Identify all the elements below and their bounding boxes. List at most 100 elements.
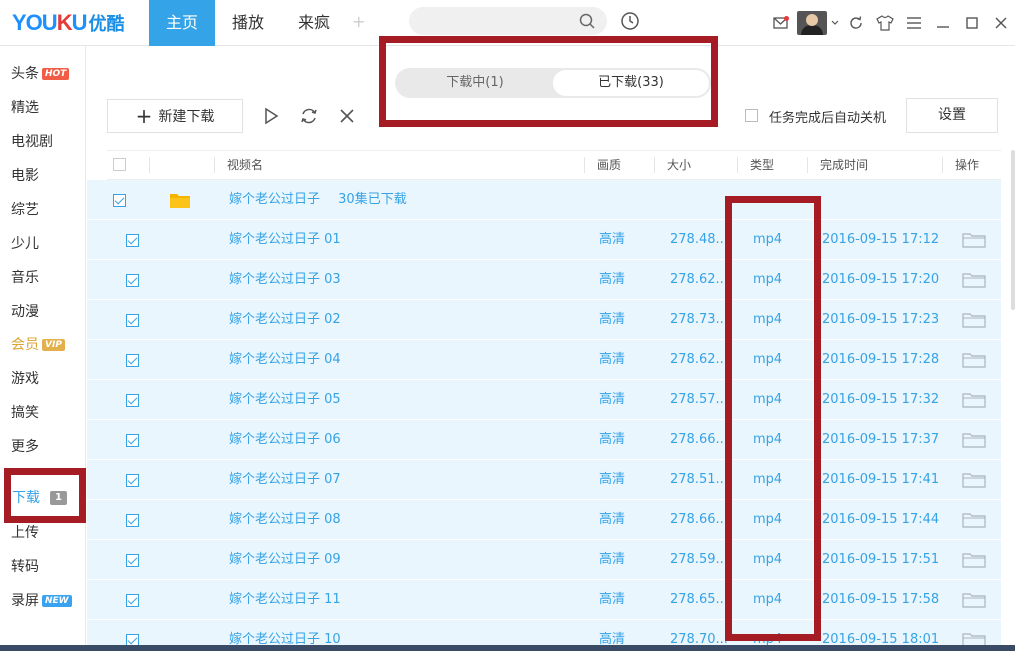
sidebar-item-featured[interactable]: 精选 [11,96,39,120]
open-folder-icon[interactable] [962,433,986,448]
new-download-button[interactable]: + 新建下载 [107,99,243,133]
folder-icon [170,194,190,208]
video-name: 嫁个老公过日子 02 [229,312,341,327]
column-divider [807,157,808,173]
column-header-type[interactable]: 类型 [750,151,774,179]
sidebar-item-movies[interactable]: 电影 [11,164,39,188]
settings-button[interactable]: 设置 [906,98,998,133]
sidebar-item-transcode[interactable]: 转码 [11,555,39,579]
sidebar-item-label: 会员 [11,337,39,353]
group-title-text: 嫁个老公过日子 [229,192,321,207]
minimize-button[interactable] [928,0,957,46]
finish-time: 2016-09-15 17:51 [822,552,940,567]
finish-time: 2016-09-15 17:44 [822,512,940,527]
sidebar-item-upload[interactable]: 上传 [11,521,39,545]
table-row[interactable]: 嫁个老公过日子 05 高清 278.57... mp4 2016-09-15 17:32 [87,380,1001,420]
row-checkbox[interactable] [126,514,139,527]
skin-button[interactable] [870,0,899,46]
table-row[interactable]: 嫁个老公过日子 08 高清 278.66... mp4 2016-09-15 17:44 [87,500,1001,540]
auto-shutdown-checkbox[interactable] [745,109,758,122]
row-checkbox[interactable] [126,434,139,447]
sidebar-item-variety[interactable]: 综艺 [11,198,39,222]
open-folder-icon[interactable] [962,233,986,248]
open-folder-icon[interactable] [962,313,986,328]
tab-laifeng[interactable]: 来疯 [281,0,347,46]
sidebar-item-kids[interactable]: 少儿 [11,232,39,256]
row-checkbox[interactable] [126,314,139,327]
video-size: 278.66... [670,512,728,527]
chevron-down-icon [831,20,839,25]
video-quality: 高清 [599,232,626,247]
table-row[interactable]: 嫁个老公过日子 11 高清 278.65... mp4 2016-09-15 17:58 [87,580,1001,620]
search-input[interactable] [409,7,607,35]
open-folder-icon[interactable] [962,473,986,488]
video-quality: 高清 [599,552,626,567]
user-menu[interactable] [795,0,841,46]
youku-logo[interactable]: YOUKU 优酷 [12,10,124,36]
finish-time: 2016-09-15 17:23 [822,312,940,327]
avatar[interactable] [797,11,827,35]
tab-play[interactable]: 播放 [215,0,281,46]
row-checkbox[interactable] [126,474,139,487]
maximize-button[interactable] [957,0,986,46]
open-folder-icon[interactable] [962,273,986,288]
column-divider [149,157,150,173]
row-checkbox[interactable] [126,394,139,407]
sidebar-item-funny[interactable]: 搞笑 [11,401,39,425]
sidebar-item-screen-record[interactable]: 录屏 NEW [11,589,72,613]
table-row[interactable]: 嫁个老公过日子 04 高清 278.62... mp4 2016-09-15 17:28 [87,340,1001,380]
open-folder-icon[interactable] [962,513,986,528]
finish-time: 2016-09-15 17:41 [822,472,940,487]
table-row[interactable]: 嫁个老公过日子 02 高清 278.73... mp4 2016-09-15 17:23 [87,300,1001,340]
column-header-quality[interactable]: 画质 [597,151,621,179]
table-row[interactable]: 嫁个老公过日子 06 高清 278.66... mp4 2016-09-15 17:37 [87,420,1001,460]
mail-icon [772,16,789,29]
row-checkbox[interactable] [126,594,139,607]
group-row[interactable]: 嫁个老公过日子 30集已下载 [87,180,1001,220]
sidebar-item-music[interactable]: 音乐 [11,266,39,290]
sidebar-item-vip[interactable]: 会员 VIP [11,333,65,357]
message-button[interactable] [766,0,795,46]
retry-icon[interactable] [299,106,319,126]
sidebar-item-more[interactable]: 更多 [11,435,39,459]
play-icon[interactable] [261,106,281,126]
hot-badge: HOT [42,68,70,80]
column-header-size[interactable]: 大小 [667,151,691,179]
group-checkbox[interactable] [113,194,126,207]
row-checkbox[interactable] [126,274,139,287]
row-checkbox[interactable] [126,554,139,567]
sidebar-item-headlines[interactable]: 头条 HOT [11,62,70,86]
tab-home[interactable]: 主页 [149,0,215,46]
finish-time: 2016-09-15 17:37 [822,432,940,447]
annotation-box-type-column [725,196,821,641]
select-all-checkbox[interactable] [113,158,126,171]
refresh-button[interactable] [841,0,870,46]
row-checkbox[interactable] [126,354,139,367]
open-folder-icon[interactable] [962,593,986,608]
history-clock-icon[interactable] [620,11,640,31]
search-icon[interactable] [579,13,595,29]
row-checkbox[interactable] [126,234,139,247]
video-name: 嫁个老公过日子 04 [229,352,341,367]
finish-time: 2016-09-15 17:12 [822,232,940,247]
close-button[interactable] [986,0,1015,46]
open-folder-icon[interactable] [962,393,986,408]
table-row[interactable]: 嫁个老公过日子 01 高清 278.48... mp4 2016-09-15 17:12 [87,220,1001,260]
sidebar-item-games[interactable]: 游戏 [11,367,39,391]
menu-button[interactable] [899,0,928,46]
sidebar: 头条 HOT 精选 电视剧 电影 综艺 少儿 音乐 动漫 会员 VIP 游戏 搞… [0,46,86,651]
video-name: 嫁个老公过日子 08 [229,512,341,527]
table-row[interactable]: 嫁个老公过日子 09 高清 278.59... mp4 2016-09-15 17:51 [87,540,1001,580]
delete-x-icon[interactable] [337,106,357,126]
add-tab-button[interactable]: + [352,12,365,31]
video-quality: 高清 [599,312,626,327]
scrollbar[interactable] [1011,150,1015,310]
table-row[interactable]: 嫁个老公过日子 03 高清 278.62... mp4 2016-09-15 17:20 [87,260,1001,300]
table-row[interactable]: 嫁个老公过日子 07 高清 278.51... mp4 2016-09-15 17:41 [87,460,1001,500]
open-folder-icon[interactable] [962,553,986,568]
column-header-name[interactable]: 视频名 [227,151,263,179]
sidebar-item-tv[interactable]: 电视剧 [11,130,53,154]
sidebar-item-anime[interactable]: 动漫 [11,300,39,324]
column-header-finish-time[interactable]: 完成时间 [820,151,868,179]
open-folder-icon[interactable] [962,353,986,368]
